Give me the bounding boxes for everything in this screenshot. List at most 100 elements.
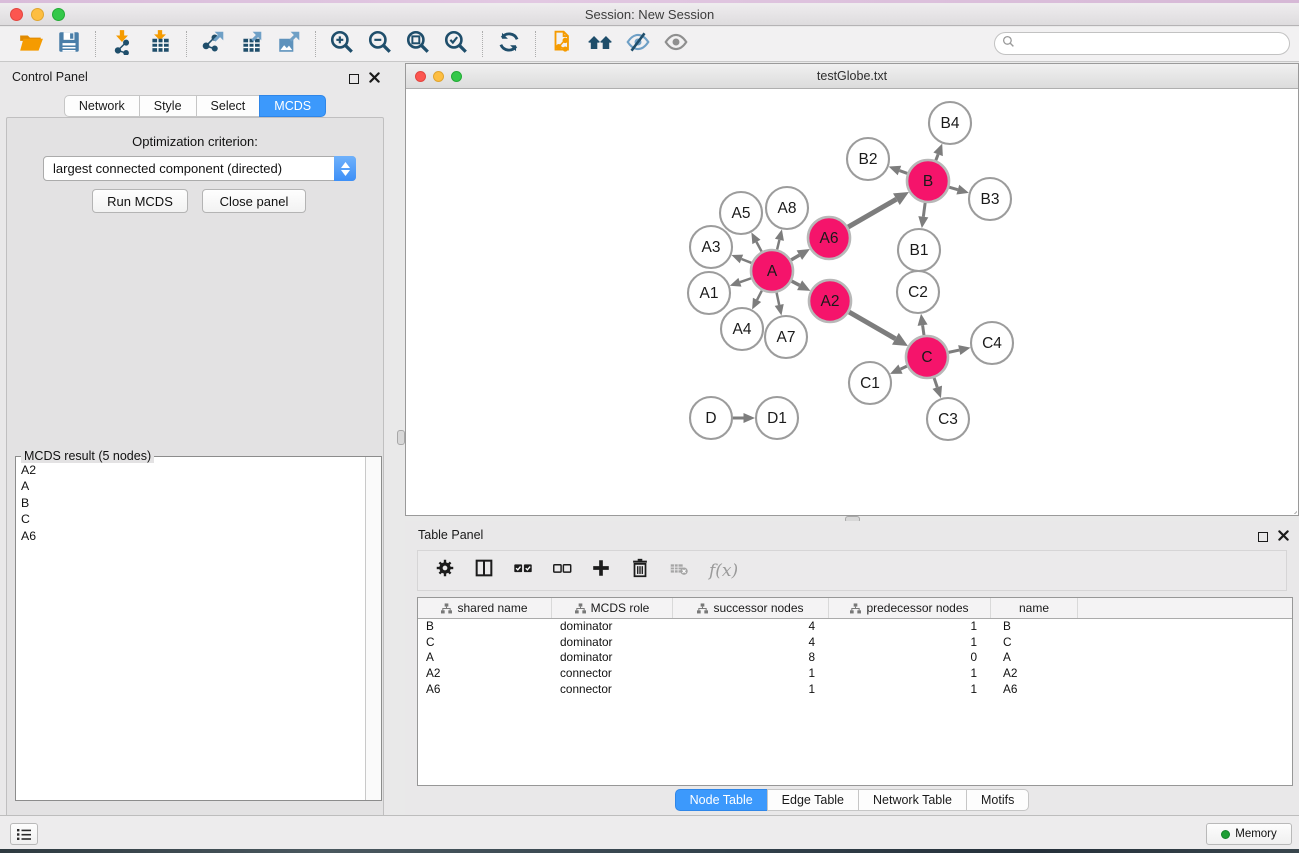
columns-button[interactable] <box>473 557 495 584</box>
edge-A-A6[interactable] <box>791 255 799 260</box>
open-session-button[interactable] <box>12 29 50 59</box>
cell-predecessor-nodes[interactable]: 1 <box>829 619 991 635</box>
resize-grip[interactable] <box>1284 501 1297 514</box>
edge-B-B2[interactable] <box>899 171 907 174</box>
edge-A-A8[interactable] <box>777 240 779 250</box>
save-session-button[interactable] <box>50 29 88 59</box>
cell-name[interactable]: B <box>991 619 1078 635</box>
cell-shared-name[interactable]: C <box>418 635 552 651</box>
table-row[interactable]: Bdominator41B <box>418 619 1292 635</box>
zoom-in-button[interactable] <box>323 29 361 59</box>
network-overview-button[interactable] <box>581 29 619 59</box>
close-panel-button[interactable]: Close panel <box>202 189 306 213</box>
zoom-out-button[interactable] <box>361 29 399 59</box>
edge-B-B1[interactable] <box>923 203 925 217</box>
criterion-dropdown[interactable]: largest connected component (directed) <box>43 156 356 181</box>
edge-A-A2[interactable] <box>792 281 800 285</box>
cell-predecessor-nodes[interactable]: 1 <box>829 666 991 682</box>
close-button[interactable] <box>10 8 23 21</box>
table-row[interactable]: A6connector11A6 <box>418 682 1292 698</box>
duplicate-network-button[interactable] <box>543 29 581 59</box>
tab-network[interactable]: Network <box>64 95 140 117</box>
cell-MCDS-role[interactable]: connector <box>552 682 673 698</box>
float-panel-icon[interactable] <box>349 74 359 84</box>
column-header-shared-name[interactable]: shared name <box>418 598 552 618</box>
cell-MCDS-role[interactable]: connector <box>552 666 673 682</box>
mcds-result-item[interactable]: A6 <box>21 528 365 544</box>
zoom-selected-button[interactable] <box>437 29 475 59</box>
delete-button[interactable] <box>629 557 651 584</box>
mcds-result-scrollbar[interactable] <box>365 457 381 800</box>
edge-A-A7[interactable] <box>777 293 780 305</box>
network-zoom-button[interactable] <box>451 71 462 82</box>
mcds-result-item[interactable]: C <box>21 511 365 527</box>
network-minimize-button[interactable] <box>433 71 444 82</box>
cell-successor-nodes[interactable]: 1 <box>673 666 829 682</box>
cell-MCDS-role[interactable]: dominator <box>552 619 673 635</box>
cell-predecessor-nodes[interactable]: 0 <box>829 650 991 666</box>
show-graphics-details-button[interactable] <box>657 29 695 59</box>
gear-button[interactable] <box>434 557 456 584</box>
table-row[interactable]: A2connector11A2 <box>418 666 1292 682</box>
cell-shared-name[interactable]: A6 <box>418 682 552 698</box>
mcds-result-item[interactable]: A <box>21 478 365 494</box>
cell-shared-name[interactable]: A2 <box>418 666 552 682</box>
deselect-all-button[interactable] <box>551 557 573 584</box>
edge-A2-C[interactable] <box>849 312 895 339</box>
import-table-button[interactable] <box>141 29 179 59</box>
export-network-button[interactable] <box>194 29 232 59</box>
tab-style[interactable]: Style <box>139 95 197 117</box>
float-table-panel-icon[interactable] <box>1258 532 1268 542</box>
cell-predecessor-nodes[interactable]: 1 <box>829 635 991 651</box>
edge-C-C1[interactable] <box>900 366 907 369</box>
edge-A-A4[interactable] <box>757 291 762 300</box>
export-table-button[interactable] <box>232 29 270 59</box>
refresh-button[interactable] <box>490 29 528 59</box>
edge-B-B4[interactable] <box>936 154 938 160</box>
mcds-result-item[interactable]: A2 <box>21 462 365 478</box>
network-canvas[interactable]: B4B2BB3A5A8A6A3B1AA1C2A2A4A7C4CC1C3DD1 <box>406 89 1298 515</box>
tab-edge-table[interactable]: Edge Table <box>767 789 859 811</box>
cell-MCDS-role[interactable]: dominator <box>552 635 673 651</box>
cell-shared-name[interactable]: A <box>418 650 552 666</box>
cell-MCDS-role[interactable]: dominator <box>552 650 673 666</box>
close-panel-icon[interactable] <box>369 70 380 88</box>
edge-B-B3[interactable] <box>949 187 958 190</box>
zoom-fit-button[interactable] <box>399 29 437 59</box>
zoom-window-button[interactable] <box>52 8 65 21</box>
import-network-button[interactable] <box>103 29 141 59</box>
column-header-successor-nodes[interactable]: successor nodes <box>673 598 829 618</box>
cell-successor-nodes[interactable]: 4 <box>673 635 829 651</box>
cell-name[interactable]: A <box>991 650 1078 666</box>
tab-select[interactable]: Select <box>196 95 261 117</box>
search-input[interactable] <box>1015 37 1289 51</box>
tab-motifs[interactable]: Motifs <box>966 789 1029 811</box>
edge-A6-B[interactable] <box>848 199 896 227</box>
hide-graphics-details-button[interactable] <box>619 29 657 59</box>
mcds-result-item[interactable]: B <box>21 495 365 511</box>
select-all-button[interactable] <box>512 557 534 584</box>
edge-A-A5[interactable] <box>756 242 761 252</box>
cell-successor-nodes[interactable]: 8 <box>673 650 829 666</box>
vertical-splitter-handle[interactable] <box>397 430 405 445</box>
add-button[interactable] <box>590 557 612 584</box>
edge-A-A1[interactable] <box>740 278 751 282</box>
task-history-button[interactable] <box>10 823 38 845</box>
table-row[interactable]: Cdominator41C <box>418 635 1292 651</box>
cell-name[interactable]: A2 <box>991 666 1078 682</box>
cell-successor-nodes[interactable]: 4 <box>673 619 829 635</box>
network-close-button[interactable] <box>415 71 426 82</box>
network-window-titlebar[interactable]: testGlobe.txt <box>406 64 1298 89</box>
cell-name[interactable]: A6 <box>991 682 1078 698</box>
tab-node-table[interactable]: Node Table <box>675 789 768 811</box>
minimize-button[interactable] <box>31 8 44 21</box>
column-header-name[interactable]: name <box>991 598 1078 618</box>
run-mcds-button[interactable]: Run MCDS <box>92 189 188 213</box>
edge-C-C4[interactable] <box>949 350 960 352</box>
table-row[interactable]: Adominator80A <box>418 650 1292 666</box>
edge-C-C2[interactable] <box>923 325 924 335</box>
cell-name[interactable]: C <box>991 635 1078 651</box>
tab-network-table[interactable]: Network Table <box>858 789 967 811</box>
export-image-button[interactable] <box>270 29 308 59</box>
cell-shared-name[interactable]: B <box>418 619 552 635</box>
